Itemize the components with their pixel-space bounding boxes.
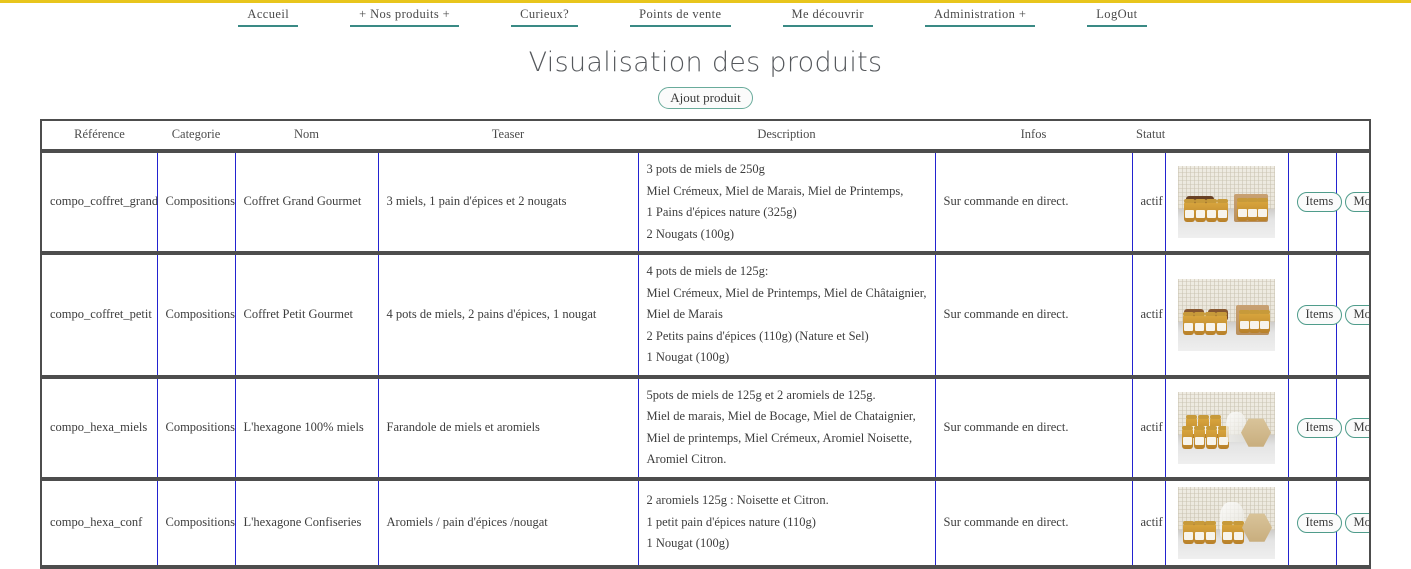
- cell-description: 2 aromiels 125g : Noisette et Citron. 1 p…: [637, 478, 936, 569]
- cell-teaser: Aromiels / pain d'épices /nougat: [377, 478, 639, 569]
- cell-items-action: Items: [1287, 478, 1343, 569]
- cell-categorie: Compositions: [156, 478, 236, 569]
- cell-infos: Sur commande en direct.: [934, 253, 1133, 379]
- cell-image: [1164, 253, 1289, 379]
- cell-categorie: Compositions: [156, 253, 236, 379]
- cell-image: [1164, 478, 1289, 569]
- cell-statut: actif: [1131, 151, 1166, 255]
- column-header-categorie: Categorie: [157, 121, 235, 153]
- cell-nom: L'hexagone Confiseries: [234, 478, 379, 569]
- column-header-description: Description: [638, 121, 935, 153]
- product-thumbnail: [1178, 391, 1275, 464]
- products-table: Référence Categorie Nom Teaser Descripti…: [42, 121, 1369, 569]
- description-line: 2 Nougats (100g): [646, 226, 735, 241]
- description-line: 1 Pains d'épices nature (325g): [646, 205, 797, 219]
- description-line: 1 Nougat (100g): [646, 536, 730, 551]
- add-product-button[interactable]: Ajout produit: [658, 87, 753, 109]
- cell-teaser: Farandole de miels et aromiels: [377, 376, 639, 481]
- column-header-nom: Nom: [235, 121, 378, 153]
- cell-reference: compo_coffret_petit: [42, 253, 158, 379]
- items-button[interactable]: Items: [1296, 512, 1343, 533]
- cell-description: 5pots de miels de 125g et 2 aromiels de …: [637, 376, 936, 481]
- cell-statut: actif: [1131, 478, 1166, 569]
- cell-nom: Coffret Petit Gourmet: [234, 253, 379, 379]
- cell-statut: actif: [1131, 376, 1166, 481]
- items-button[interactable]: Items: [1296, 192, 1343, 213]
- column-header-image: [1165, 121, 1288, 153]
- column-header-items: [1288, 121, 1336, 153]
- items-button[interactable]: Items: [1296, 417, 1343, 438]
- table-header-row: Référence Categorie Nom Teaser Descripti…: [42, 121, 1369, 153]
- modify-button[interactable]: Modifier: [1344, 305, 1369, 325]
- nav-item-nos-produits[interactable]: + Nos produits +: [350, 7, 460, 27]
- cell-teaser: 4 pots de miels, 2 pains d'épices, 1 nou…: [377, 253, 639, 379]
- column-header-teaser: Teaser: [378, 121, 638, 153]
- cell-categorie: Compositions: [156, 376, 236, 481]
- cell-description: 4 pots de miels de 125g: Miel Crémeux, Mi…: [637, 253, 936, 379]
- table-row: compo_coffret_petit Compositions Coffret P…: [42, 253, 1369, 379]
- page-title: Visualisation des produits: [528, 47, 883, 78]
- cell-nom: Coffret Grand Gourmet: [234, 151, 379, 255]
- cell-image: [1164, 376, 1289, 481]
- column-header-infos: Infos: [935, 121, 1132, 153]
- description-line: 2 aromiels 125g : Noisette et Citron.: [646, 493, 829, 508]
- cell-infos: Sur commande en direct.: [934, 376, 1133, 481]
- cell-description: 3 pots de miels de 250g Miel Crémeux, Mie…: [637, 151, 936, 255]
- description-line: Miel de marais, Miel de Bocage, Miel de …: [646, 409, 916, 466]
- column-header-reference: Référence: [42, 121, 157, 153]
- main-navigation: Accueil + Nos produits + Curieux? Points…: [0, 3, 1411, 29]
- products-table-container: Référence Categorie Nom Teaser Descripti…: [40, 119, 1371, 569]
- modify-button[interactable]: Modifier: [1344, 512, 1369, 533]
- modify-button[interactable]: Modifier: [1344, 192, 1369, 213]
- description-line: Miel de Marais: [646, 307, 723, 321]
- column-header-actions: [1336, 121, 1369, 153]
- table-row: compo_hexa_conf Compositions L'hexagone Co…: [42, 478, 1369, 569]
- cell-image: [1164, 151, 1289, 255]
- description-line: 2 Petits pains d'épices (110g) (Nature e…: [646, 328, 869, 343]
- modify-button[interactable]: Modifier: [1344, 417, 1369, 438]
- nav-item-me-decouvrir[interactable]: Me découvrir: [782, 7, 873, 27]
- description-line: 3 pots de miels de 250g: [646, 162, 765, 176]
- cell-infos: Sur commande en direct.: [934, 151, 1133, 255]
- table-header: Référence Categorie Nom Teaser Descripti…: [42, 121, 1369, 153]
- nav-item-curieux[interactable]: Curieux?: [511, 7, 579, 27]
- cell-statut: actif: [1131, 253, 1166, 379]
- table-body: compo_coffret_grand Compositions Coffret G…: [42, 151, 1369, 569]
- table-row: compo_hexa_miels Compositions L'hexagone 1…: [42, 376, 1369, 481]
- cell-infos: Sur commande en direct.: [934, 478, 1133, 569]
- nav-item-logout[interactable]: LogOut: [1087, 7, 1147, 27]
- description-line: Miel Crémeux, Miel de Printemps, Miel de…: [646, 285, 927, 300]
- nav-item-administration[interactable]: Administration +: [925, 7, 1036, 27]
- cell-items-action: Items: [1287, 376, 1343, 481]
- cell-reference: compo_hexa_miels: [42, 376, 158, 481]
- items-button[interactable]: Items: [1296, 305, 1343, 325]
- cell-teaser: 3 miels, 1 pain d'épices et 2 nougats: [377, 151, 639, 255]
- description-line: 1 petit pain d'épices nature (110g): [646, 514, 816, 529]
- nav-item-accueil[interactable]: Accueil: [238, 7, 299, 27]
- cell-items-action: Items: [1287, 151, 1343, 255]
- add-product-area: Ajout produit: [0, 87, 1411, 109]
- table-row: compo_coffret_grand Compositions Coffret G…: [42, 151, 1369, 255]
- product-thumbnail: [1178, 278, 1275, 351]
- product-thumbnail: [1178, 486, 1275, 559]
- description-line: 1 Nougat (100g): [646, 350, 730, 364]
- cell-reference: compo_hexa_conf: [42, 478, 158, 569]
- description-line: 4 pots de miels de 125g:: [646, 264, 769, 278]
- column-header-statut: Statut: [1132, 121, 1165, 153]
- description-line: 5pots de miels de 125g et 2 aromiels de …: [646, 387, 876, 402]
- description-line: Miel Crémeux, Miel de Marais, Miel de Pr…: [646, 183, 904, 198]
- cell-reference: compo_coffret_grand: [42, 151, 158, 255]
- nav-item-points-de-vente[interactable]: Points de vente: [630, 7, 731, 27]
- cell-categorie: Compositions: [156, 151, 236, 255]
- product-thumbnail: [1178, 166, 1275, 238]
- cell-nom: L'hexagone 100% miels: [234, 376, 379, 481]
- cell-items-action: Items: [1287, 253, 1343, 379]
